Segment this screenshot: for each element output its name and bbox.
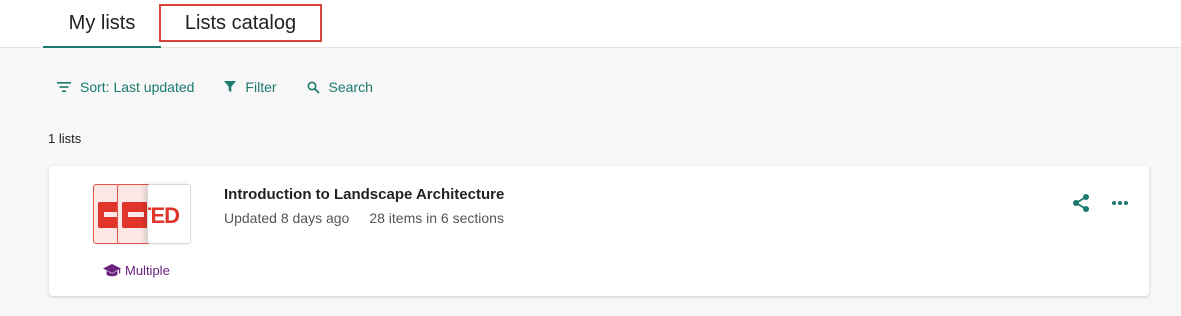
sort-icon bbox=[57, 82, 71, 92]
search-label: Search bbox=[328, 79, 373, 95]
badge-label: Multiple bbox=[125, 263, 170, 278]
tab-my-lists-label: My lists bbox=[68, 12, 136, 34]
tab-lists-catalog[interactable]: Lists catalog bbox=[159, 4, 322, 42]
sort-button[interactable]: Sort: Last updated bbox=[57, 79, 194, 95]
updated-text: Updated 8 days ago bbox=[224, 210, 350, 226]
items-count: 28 items in 6 sections bbox=[369, 210, 504, 226]
more-icon bbox=[1112, 201, 1128, 205]
filter-label: Filter bbox=[245, 79, 277, 95]
thumbnail-ted: TED bbox=[147, 184, 191, 244]
list-badge: Multiple bbox=[103, 263, 170, 278]
tab-bar: My lists Lists catalog bbox=[0, 0, 1181, 48]
search-button[interactable]: Search bbox=[307, 79, 373, 95]
search-icon bbox=[307, 80, 320, 94]
list-title[interactable]: Introduction to Landscape Architecture bbox=[224, 186, 504, 203]
filter-icon bbox=[224, 81, 237, 92]
graduation-cap-icon bbox=[103, 263, 121, 276]
filter-button[interactable]: Filter bbox=[224, 79, 277, 95]
share-button[interactable] bbox=[1071, 193, 1091, 213]
sort-label: Sort: Last updated bbox=[80, 79, 195, 95]
tab-lists-catalog-label: Lists catalog bbox=[184, 11, 297, 34]
ted-logo: TED bbox=[148, 203, 180, 228]
share-icon bbox=[1073, 194, 1089, 212]
list-toolbar: Sort: Last updated Filter Search bbox=[57, 76, 403, 98]
list-card[interactable]: TED Multiple Introduction to Landscape A… bbox=[49, 166, 1149, 296]
list-meta: Updated 8 days ago 28 items in 6 section… bbox=[224, 210, 504, 226]
tab-my-lists[interactable]: My lists bbox=[43, 0, 161, 48]
more-options-button[interactable] bbox=[1111, 200, 1129, 206]
list-thumbnails: TED bbox=[93, 184, 193, 246]
card-actions bbox=[1071, 193, 1129, 213]
list-count: 1 lists bbox=[48, 131, 82, 146]
